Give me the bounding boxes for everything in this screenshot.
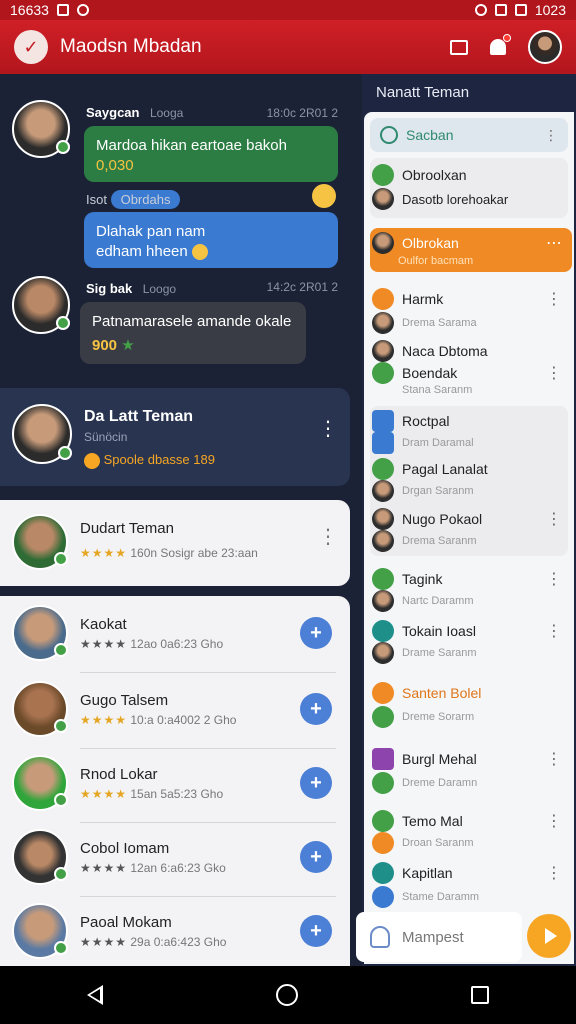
recent-apps-icon[interactable] [471, 986, 490, 1004]
list-item[interactable]: Gugo Talsem ★★★★ 10:a 0:a4002 2 Gho + [12, 672, 342, 746]
message-header: Sig bak Loogo [86, 281, 177, 296]
alarm-icon [474, 4, 487, 16]
more-options-icon[interactable]: ⋮ [546, 289, 562, 309]
emoji-icon [191, 244, 208, 261]
avatar [12, 755, 68, 811]
more-options-icon[interactable]: ⋮ [318, 416, 338, 441]
message-sub: Isot Obrdahs [86, 190, 181, 209]
play-icon [372, 164, 394, 186]
chat-icon[interactable] [450, 39, 468, 55]
panel-title: Nanatt Teman [376, 84, 470, 101]
chat-area: Saygcan Looga 18:0c 2R01 2 Mardoa hikan … [0, 74, 360, 379]
more-options-icon[interactable]: ⋮ [546, 621, 562, 641]
friend-sub: Sünöcin [84, 430, 128, 444]
signal-icon [494, 4, 507, 16]
send-icon [545, 928, 557, 944]
more-options-icon[interactable]: ⋮ [544, 127, 558, 144]
panel-row[interactable]: Tokain Ioasl ⋮ [372, 620, 568, 642]
add-friend-button[interactable]: + [300, 767, 332, 799]
panel-row[interactable]: Burgl Mehal ⋮ [372, 748, 568, 770]
status-time-right: 1023 [534, 2, 566, 18]
friend-meta: ★★★★ 160n Sosigr abe 23:aan [80, 546, 258, 560]
emoji-icon [312, 184, 336, 208]
panel-row[interactable]: Kapitlan ⋮ [372, 862, 568, 884]
panel-row[interactable]: Santen Bolel [372, 682, 568, 704]
avatar [12, 681, 68, 737]
message-bubble-reply[interactable]: Dlahak pan nam edham hheen [84, 212, 338, 268]
friend-meta: Spoole dbasse 189 [84, 452, 215, 469]
panel-row[interactable]: Pagal Lanalat [372, 458, 568, 480]
status-time-left: 16633 [10, 2, 49, 18]
panel-row[interactable]: Naca Dbtoma [372, 340, 568, 362]
highlight-friend-card[interactable]: Da Latt Teman Sünöcin Spoole dbasse 189 … [0, 388, 350, 486]
friend-card[interactable]: Dudart Teman ★★★★ 160n Sosigr abe 23:aan… [0, 500, 350, 586]
more-options-icon[interactable]: ⋮ [546, 811, 562, 831]
home-icon[interactable] [275, 984, 298, 1006]
panel-row[interactable]: Obroolxan [372, 164, 568, 186]
panel-row[interactable]: Tagink ⋮ [372, 568, 568, 590]
more-options-icon[interactable]: ⋮ [546, 863, 562, 883]
avatar [12, 514, 68, 570]
friend-name: Da Latt Teman [84, 408, 194, 425]
more-options-icon[interactable]: ⋮ [546, 749, 562, 769]
app-logo-icon[interactable]: ✓ [14, 30, 48, 64]
notification-dot [503, 34, 511, 42]
send-button[interactable] [527, 914, 571, 958]
message-bubble[interactable]: Mardoa hikan eartoae bakoh 0,030 [84, 126, 338, 182]
more-options-icon[interactable]: ⋮ [546, 509, 562, 529]
message-input[interactable]: Mampest [356, 912, 522, 962]
avatar [12, 404, 72, 464]
list-item[interactable]: Rnod Lokar ★★★★ 15an 5a5:23 Gho + [12, 746, 342, 820]
add-friend-button[interactable]: + [300, 915, 332, 947]
panel-row[interactable]: Harmk ⋮ [372, 288, 568, 310]
friend-list: Kaokat ★★★★ 12ao 0a6:23 Gho + Gugo Talsem… [0, 596, 350, 966]
system-nav-bar [0, 966, 576, 1024]
friends-panel: Nanatt Teman Sacban ⋮ Obroolxan Dasotb l… [362, 74, 576, 966]
notification-icon [56, 4, 69, 16]
panel-row[interactable]: Dasotb lorehoakar [372, 188, 568, 210]
user-icon [370, 926, 390, 948]
back-icon[interactable] [86, 985, 103, 1005]
add-friend-button[interactable]: + [300, 693, 332, 725]
search-icon [380, 126, 398, 144]
panel-row[interactable]: Roctpal [372, 410, 568, 432]
avatar[interactable] [12, 276, 70, 334]
list-item[interactable]: Kaokat ★★★★ 12ao 0a6:23 Gho + [12, 596, 342, 670]
notification-bell-icon[interactable] [490, 34, 511, 55]
panel-list: Sacban ⋮ Obroolxan Dasotb lorehoakar Olb… [364, 112, 574, 964]
more-options-icon[interactable]: ⋮ [318, 524, 338, 549]
profile-avatar[interactable] [528, 30, 562, 64]
more-options-icon[interactable]: ⋮ [546, 569, 562, 589]
list-item[interactable]: Cobol Iomam ★★★★ 12an 6:a6:23 Gko + [12, 820, 342, 894]
status-bar: 16633 1023 [0, 0, 576, 20]
panel-search[interactable]: Sacban ⋮ [370, 118, 568, 152]
add-friend-button[interactable]: + [300, 617, 332, 649]
reply-pill[interactable]: Obrdahs [110, 190, 181, 209]
friend-name: Dudart Teman [80, 520, 174, 537]
message-time: 18:0c 2R01 2 [266, 106, 338, 120]
app-bar: ✓ Maodsn Mbadan [0, 20, 576, 74]
battery-icon [514, 4, 527, 16]
avatar [12, 605, 68, 661]
panel-row[interactable]: Temo Mal ⋮ [372, 810, 568, 832]
message-header: Saygcan Looga [86, 105, 184, 120]
message-bubble[interactable]: Patnamarasele amande okale 900 ★ [80, 302, 306, 364]
more-options-icon[interactable]: ⋮ [546, 363, 562, 383]
app-title: Maodsn Mbadan [60, 36, 202, 57]
message-time: 14:2c 2R01 2 [266, 280, 338, 294]
panel-row-selected[interactable]: Olbrokan ⋯ [372, 232, 568, 254]
add-friend-button[interactable]: + [300, 841, 332, 873]
app-notification-icon [76, 4, 89, 16]
avatar [12, 903, 68, 959]
panel-row[interactable]: Nugo Pokaol ⋮ [372, 508, 568, 530]
avatar[interactable] [12, 100, 70, 158]
list-item[interactable]: Paoal Mokam ★★★★ 29a 0:a6:423 Gho + [12, 894, 342, 968]
avatar [12, 829, 68, 885]
